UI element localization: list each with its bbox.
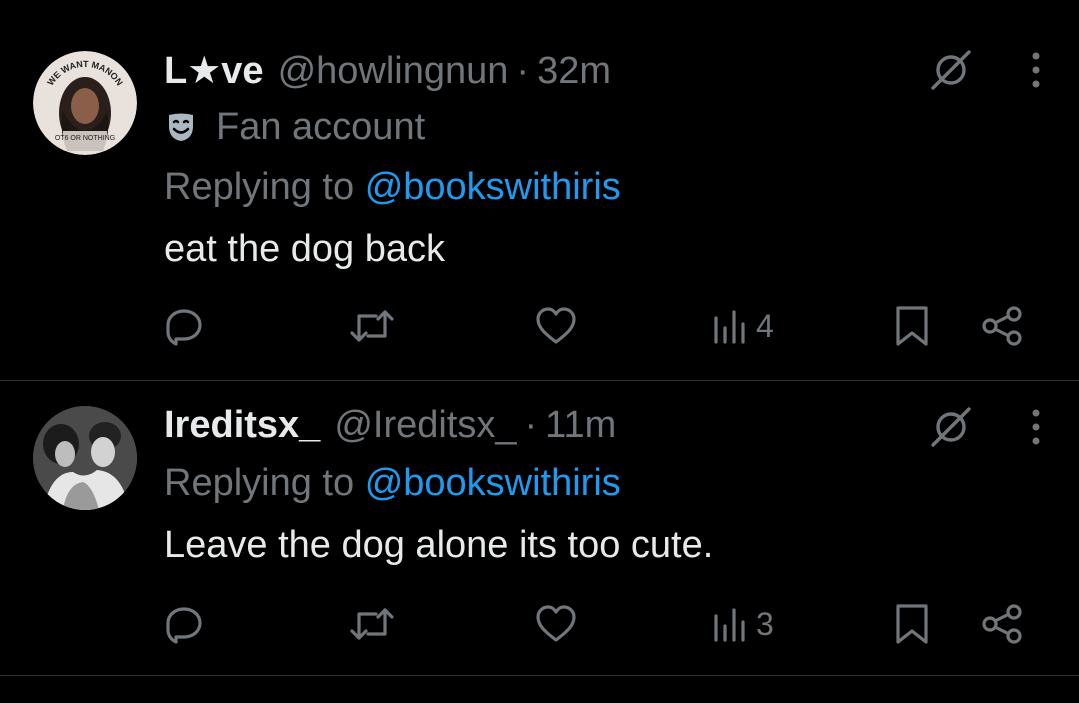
theater-mask-icon xyxy=(164,110,198,144)
retweet-button[interactable] xyxy=(348,600,396,648)
tweet-actions: 3 xyxy=(162,600,1032,648)
reply-button[interactable] xyxy=(162,302,206,350)
bookmark-icon xyxy=(896,604,928,644)
more-vertical-icon[interactable] xyxy=(1029,405,1043,449)
reply-feed: WE WANT MANON OT6 OR NOTHING L★ve @howli… xyxy=(0,0,1079,703)
reply-button[interactable] xyxy=(162,600,206,648)
tweet-content: L★ve @howlingnun · 32m Fan account Reply… xyxy=(164,46,1039,274)
handle[interactable]: @howlingnun xyxy=(278,46,509,96)
share-icon xyxy=(982,604,1022,644)
separator-dot: · xyxy=(516,50,530,92)
display-name-part: L xyxy=(164,50,188,92)
display-name[interactable]: Ireditsx_ xyxy=(164,400,320,450)
tweet-content: Ireditsx_ @Ireditsx_ · 11m Replying to @… xyxy=(164,400,1039,570)
tweet[interactable]: Ireditsx_ @Ireditsx_ · 11m Replying to @… xyxy=(0,381,1079,675)
heart-icon xyxy=(536,307,576,344)
replying-to: Replying to @bookswithiris xyxy=(164,458,1039,508)
replying-to: Replying to @bookswithiris xyxy=(164,162,1039,212)
bookmark-button[interactable] xyxy=(892,600,932,648)
avatar-image: WE WANT MANON OT6 OR NOTHING xyxy=(33,51,137,155)
views-button[interactable]: 4 xyxy=(712,302,774,350)
tweet-top-icons xyxy=(929,405,1043,449)
share-icon xyxy=(982,306,1022,346)
views-icon xyxy=(714,608,745,642)
heart-icon xyxy=(536,605,576,642)
like-button[interactable] xyxy=(534,302,578,350)
tweet-actions: 4 xyxy=(162,302,1032,350)
divider xyxy=(0,675,1079,676)
reply-icon xyxy=(166,607,202,644)
more-vertical-icon[interactable] xyxy=(1029,48,1043,92)
views-button[interactable]: 3 xyxy=(712,600,774,648)
avatar-text-bottom: OT6 OR NOTHING xyxy=(55,135,115,142)
like-button[interactable] xyxy=(534,600,578,648)
tweet-header: Ireditsx_ @Ireditsx_ · 11m xyxy=(164,400,1039,450)
avatar[interactable] xyxy=(33,406,137,510)
views-count: 3 xyxy=(756,605,774,642)
account-label[interactable]: Fan account xyxy=(164,102,1039,152)
retweet-icon xyxy=(350,310,394,342)
reply-icon xyxy=(166,309,202,346)
retweet-button[interactable] xyxy=(348,302,396,350)
handle[interactable]: @Ireditsx_ xyxy=(334,400,516,450)
avatar[interactable]: WE WANT MANON OT6 OR NOTHING xyxy=(33,51,137,155)
tweet-text: eat the dog back xyxy=(164,228,445,270)
replying-to-prefix: Replying to xyxy=(164,166,355,208)
replying-to-mention[interactable]: @bookswithiris xyxy=(365,166,621,208)
share-button[interactable] xyxy=(980,302,1024,350)
avatar-image xyxy=(33,406,137,510)
grok-icon[interactable] xyxy=(929,48,973,92)
replying-to-mention[interactable]: @bookswithiris xyxy=(365,462,621,504)
star-icon: ★ xyxy=(187,50,222,92)
grok-icon[interactable] xyxy=(929,405,973,449)
timestamp[interactable]: 32m xyxy=(537,46,611,96)
views-count: 4 xyxy=(756,307,774,344)
timestamp[interactable]: 11m xyxy=(545,400,616,450)
replying-to-prefix: Replying to xyxy=(164,462,355,504)
retweet-icon xyxy=(350,608,394,640)
account-label-text: Fan account xyxy=(216,106,426,148)
views-icon xyxy=(714,310,745,344)
share-button[interactable] xyxy=(980,600,1024,648)
tweet-top-icons xyxy=(929,48,1043,92)
display-name[interactable]: L★ve xyxy=(164,46,264,96)
tweet-text: Leave the dog alone its too cute. xyxy=(164,524,714,566)
separator-dot: · xyxy=(524,404,538,446)
display-name-part: ve xyxy=(221,50,264,92)
bookmark-icon xyxy=(896,306,928,346)
tweet-header: L★ve @howlingnun · 32m xyxy=(164,46,1039,96)
bookmark-button[interactable] xyxy=(892,302,932,350)
tweet[interactable]: WE WANT MANON OT6 OR NOTHING L★ve @howli… xyxy=(0,0,1079,380)
